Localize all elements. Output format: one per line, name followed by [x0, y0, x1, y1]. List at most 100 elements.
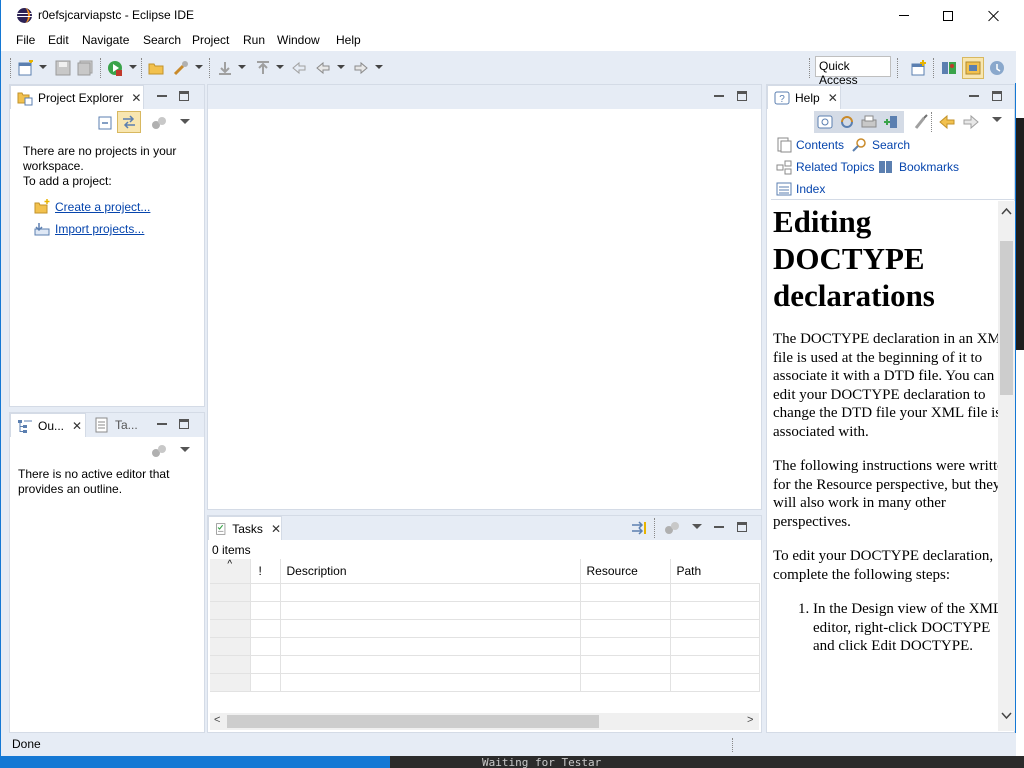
open-folder-icon[interactable] — [148, 60, 164, 76]
menu-run[interactable]: Run — [243, 33, 265, 47]
tab-task-list[interactable]: Ta... — [94, 417, 138, 433]
filters-icon[interactable] — [151, 115, 167, 131]
help-contents-link[interactable]: Contents — [796, 138, 844, 152]
help-related-topics-link[interactable]: Related Topics — [796, 160, 875, 174]
tasks-horizontal-scrollbar[interactable]: < > — [210, 713, 759, 730]
minimize-editor-icon[interactable] — [714, 95, 724, 97]
next-annotation-icon[interactable] — [217, 60, 233, 76]
scrollbar-thumb[interactable] — [227, 715, 599, 728]
close-icon[interactable]: ✕ — [72, 419, 82, 433]
close-icon[interactable]: ✕ — [271, 522, 281, 536]
scroll-up-icon[interactable] — [1001, 207, 1012, 215]
menu-navigate[interactable]: Navigate — [82, 33, 129, 47]
task-list-icon — [95, 417, 108, 433]
help-icon: ? — [774, 91, 790, 105]
bookmarks-icon — [879, 161, 892, 173]
maximize-view-icon[interactable] — [992, 91, 1002, 101]
new-icon[interactable] — [18, 60, 34, 76]
help-bookmarks-link[interactable]: Bookmarks — [899, 160, 959, 174]
maximize-view-icon[interactable] — [179, 91, 189, 101]
outline-icon — [18, 419, 32, 433]
previous-annotation-icon[interactable] — [255, 60, 271, 76]
last-edit-location-icon[interactable] — [291, 60, 307, 76]
minimize-button[interactable] — [881, 0, 927, 31]
close-icon[interactable]: ✕ — [828, 91, 838, 105]
highlight-icon[interactable] — [913, 114, 929, 130]
collapse-all-icon[interactable] — [97, 115, 113, 131]
java-perspective-icon[interactable] — [941, 60, 957, 76]
bookmark-add-icon[interactable] — [883, 114, 899, 130]
tab-tasks[interactable]: Tasks ✕ — [208, 516, 282, 540]
minimize-view-icon[interactable] — [157, 423, 167, 425]
print-icon[interactable] — [861, 114, 877, 130]
close-icon[interactable]: ✕ — [131, 91, 141, 105]
tab-help[interactable]: ? Help ✕ — [767, 85, 841, 109]
maximize-button[interactable] — [925, 0, 971, 31]
back-icon[interactable] — [315, 60, 331, 76]
save-icon[interactable] — [55, 60, 71, 76]
minimize-view-icon[interactable] — [714, 526, 724, 528]
open-perspective-icon[interactable] — [911, 60, 927, 76]
column-header-priority[interactable]: ! — [250, 559, 281, 584]
row-header-corner[interactable]: ^ — [210, 559, 251, 584]
menu-window[interactable]: Window — [277, 33, 320, 47]
sync-icon[interactable] — [839, 114, 855, 130]
tab-outline[interactable]: Ou... ✕ — [10, 413, 86, 437]
back-dropdown-icon[interactable] — [337, 65, 345, 69]
tasks-count: 0 items — [212, 543, 251, 557]
next-annotation-dropdown-icon[interactable] — [238, 65, 246, 69]
new-dropdown-icon[interactable] — [39, 65, 47, 69]
tab-project-explorer[interactable]: Project Explorer ✕ — [10, 85, 144, 109]
link-with-editor-icon — [123, 115, 135, 129]
background-dark-window — [1016, 118, 1024, 350]
link-with-editor-button[interactable] — [117, 111, 141, 133]
table-row — [210, 619, 760, 638]
maximize-view-icon[interactable] — [737, 522, 747, 532]
view-menu-icon[interactable] — [692, 524, 702, 529]
maximize-editor-icon[interactable] — [737, 91, 747, 101]
save-all-icon[interactable] — [77, 60, 93, 76]
column-header-resource[interactable]: Resource — [580, 559, 671, 584]
scroll-left-icon[interactable]: < — [214, 714, 220, 726]
run-icon[interactable] — [107, 60, 123, 76]
table-row — [210, 673, 760, 692]
help-vertical-scrollbar[interactable] — [998, 201, 1015, 731]
help-view-menu-icon[interactable] — [992, 117, 1002, 122]
forward-icon[interactable] — [963, 114, 979, 130]
view-menu-icon[interactable] — [180, 119, 190, 124]
create-project-link[interactable]: Create a project... — [55, 200, 150, 214]
help-search-link[interactable]: Search — [872, 138, 910, 152]
import-projects-link[interactable]: Import projects... — [55, 222, 144, 236]
filters-icon[interactable] — [151, 443, 167, 459]
forward-dropdown-icon[interactable] — [375, 65, 383, 69]
back-icon[interactable] — [939, 114, 955, 130]
column-header-description[interactable]: Description — [280, 559, 581, 584]
view-menu-icon[interactable] — [180, 447, 190, 452]
minimize-view-icon[interactable] — [157, 95, 167, 97]
run-dropdown-icon[interactable] — [129, 65, 137, 69]
external-tools-dropdown-icon[interactable] — [195, 65, 203, 69]
menu-file[interactable]: File — [16, 33, 35, 47]
previous-annotation-dropdown-icon[interactable] — [276, 65, 284, 69]
minimize-view-icon[interactable] — [969, 95, 979, 97]
maximize-view-icon[interactable] — [179, 419, 189, 429]
resource-perspective-button[interactable] — [962, 57, 984, 79]
filters-icon[interactable] — [664, 520, 680, 536]
close-button[interactable] — [971, 0, 1017, 31]
project-explorer-tabstrip: Project Explorer ✕ — [10, 85, 204, 109]
scroll-down-icon[interactable] — [1001, 712, 1012, 720]
external-tools-icon[interactable] — [173, 60, 189, 76]
quick-access-field[interactable]: Quick Access — [815, 56, 891, 87]
show-in-contents-icon[interactable] — [817, 114, 833, 130]
menu-project[interactable]: Project — [192, 33, 229, 47]
menu-edit[interactable]: Edit — [48, 33, 69, 47]
scrollbar-thumb[interactable] — [1000, 241, 1013, 395]
add-task-icon[interactable] — [631, 520, 647, 536]
scroll-right-icon[interactable]: > — [747, 714, 753, 726]
menu-search[interactable]: Search — [143, 33, 181, 47]
menu-help[interactable]: Help — [336, 33, 361, 47]
help-index-link[interactable]: Index — [796, 182, 825, 196]
debug-perspective-icon[interactable] — [989, 60, 1005, 76]
forward-icon[interactable] — [353, 60, 369, 76]
column-header-path[interactable]: Path — [670, 559, 759, 584]
